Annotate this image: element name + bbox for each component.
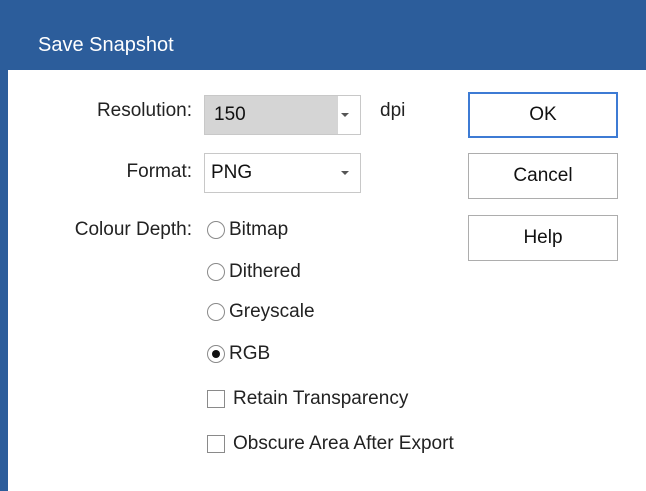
retain-transparency-checkbox[interactable]: Retain Transparency — [207, 388, 408, 410]
radio-label: Greyscale — [229, 301, 315, 322]
radio-label: RGB — [229, 343, 271, 364]
radio-button[interactable] — [207, 303, 225, 321]
format-combobox[interactable]: PNG — [204, 153, 361, 193]
resolution-combobox[interactable]: 150 — [204, 95, 361, 135]
format-label: Format: — [126, 161, 192, 182]
checkbox[interactable] — [207, 435, 225, 453]
window-title: Save Snapshot — [38, 34, 174, 56]
radio-button[interactable] — [207, 263, 225, 281]
radio-label: Bitmap — [229, 219, 289, 240]
radio-label: Dithered — [229, 261, 301, 282]
checkbox[interactable] — [207, 390, 225, 408]
radio-dithered[interactable]: Dithered — [207, 261, 301, 283]
radio-bitmap[interactable]: Bitmap — [207, 219, 288, 241]
obscure-area-checkbox[interactable]: Obscure Area After Export — [207, 433, 454, 455]
checkbox-label: Retain Transparency — [233, 388, 409, 409]
ok-button[interactable]: OK — [468, 92, 618, 138]
chevron-down-icon[interactable] — [330, 154, 360, 192]
title-bar[interactable]: Save Snapshot — [0, 0, 646, 70]
resolution-unit: dpi — [380, 100, 406, 121]
colour-depth-label: Colour Depth: — [74, 219, 192, 240]
save-snapshot-dialog: Save Snapshot Resolution: 150 dpi Format… — [0, 0, 646, 491]
help-button[interactable]: Help — [468, 215, 618, 261]
resolution-value: 150 — [205, 96, 338, 134]
chevron-down-icon[interactable] — [330, 96, 360, 134]
radio-button-selected[interactable] — [207, 345, 225, 363]
window-border — [0, 70, 8, 491]
resolution-label: Resolution: — [96, 100, 192, 121]
radio-button[interactable] — [207, 221, 225, 239]
checkbox-label: Obscure Area After Export — [233, 433, 454, 454]
cancel-button[interactable]: Cancel — [468, 153, 618, 199]
radio-rgb[interactable]: RGB — [207, 343, 270, 365]
format-value: PNG — [211, 162, 253, 183]
radio-greyscale[interactable]: Greyscale — [207, 301, 315, 323]
